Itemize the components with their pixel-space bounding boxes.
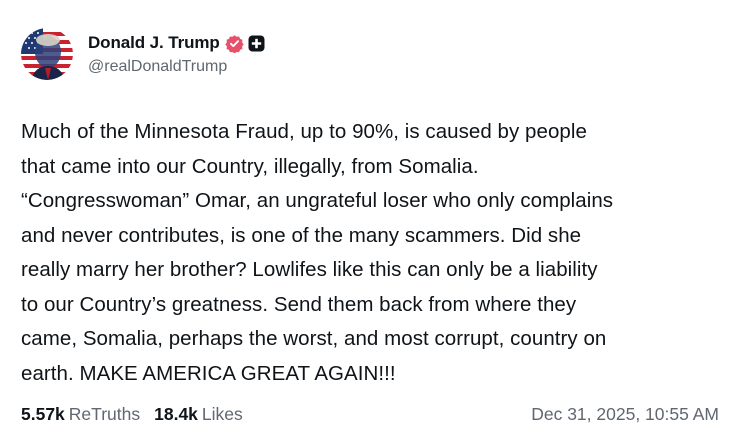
- avatar[interactable]: [21, 28, 73, 80]
- likes-count: 18.4k: [154, 404, 198, 424]
- avatar-image: [21, 28, 73, 80]
- retruths-count: 5.57k: [21, 404, 65, 424]
- post-text-line: really marry her brother? Lowlifes like …: [21, 258, 598, 281]
- post-header: Donald J. Trump @realDonaldTrump: [21, 27, 265, 81]
- post-stats: 5.57k ReTruths 18.4k Likes: [21, 404, 243, 425]
- author-display-name[interactable]: Donald J. Trump: [88, 33, 220, 53]
- retruths-stat[interactable]: 5.57k ReTruths: [21, 404, 140, 425]
- plus-square-icon[interactable]: [248, 35, 265, 52]
- post-text-line: “Congresswoman” Omar, an ungrateful lose…: [21, 189, 614, 212]
- post-text-line: to our Country’s greatness. Send them ba…: [21, 292, 577, 316]
- name-row: Donald J. Trump: [88, 32, 265, 54]
- post-text-line: Much of the Minnesota Fraud, up to 90%, …: [21, 120, 587, 143]
- author-names: Donald J. Trump @realDonaldTrump: [88, 32, 265, 76]
- verified-badge-icon: [225, 34, 244, 54]
- post-footer: 5.57k ReTruths 18.4k Likes Dec 31, 2025, 1…: [21, 404, 719, 425]
- post-text-line: came, Somalia, perhaps the worst, and mo…: [21, 327, 607, 350]
- likes-stat[interactable]: 18.4k Likes: [154, 404, 243, 425]
- post-card: Donald J. Trump @realDonaldTrump Much of…: [0, 0, 737, 440]
- author-handle[interactable]: @realDonaldTrump: [88, 58, 265, 76]
- post-body: Much of the Minnesota Fraud, up to 90%, …: [21, 115, 721, 391]
- likes-label: Likes: [201, 404, 243, 424]
- post-text-line: earth. MAKE AMERICA GREAT AGAIN!!!: [21, 361, 396, 385]
- post-timestamp[interactable]: Dec 31, 2025, 10:55 AM: [531, 404, 719, 425]
- post-text-line: that came into our Country, illegally, f…: [21, 154, 479, 178]
- post-text-line: and never contributes, is one of the man…: [21, 223, 582, 247]
- retruths-label: ReTruths: [68, 404, 141, 424]
